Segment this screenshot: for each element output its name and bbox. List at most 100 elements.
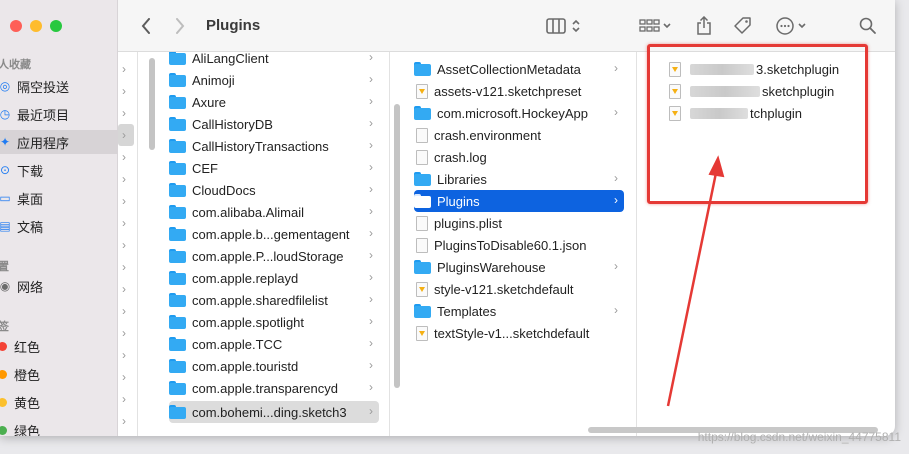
folder-row[interactable]: com.apple.sharedfilelist › [169,289,379,311]
search-button[interactable] [856,14,880,38]
folder-row[interactable]: Axure › [169,91,379,113]
folder-row[interactable]: com.apple.transparencyd › [169,377,379,399]
folder-row[interactable]: com.apple.b...gementagent › [169,223,379,245]
minimize-window-button[interactable] [30,20,42,32]
chevron-right-icon: › [614,105,618,119]
folder-row[interactable]: com.apple.replayd › [169,267,379,289]
tag-icon [734,17,751,34]
item-name: AssetCollectionMetadata [437,61,581,77]
item-name: plugins.plist [434,215,502,231]
item-name: crash.environment [434,127,541,143]
folder-name: com.apple.spotlight [192,314,305,330]
folder-name: com.apple.sharedfilelist [192,292,328,308]
folder-row[interactable]: Animoji › [169,69,379,91]
folder-row[interactable]: com.alibaba.Alimail › [169,201,379,223]
document-icon [416,215,428,231]
chevron-right-icon: › [122,304,126,318]
network-icon: ◉ [0,279,11,293]
folder-name: Animoji [192,72,235,88]
sidebar-item[interactable]: ✦ 应用程序 [0,130,118,154]
column-scrollbar[interactable] [149,58,155,150]
watermark-text: https://blog.csdn.net/weixin_44775811 [697,430,901,444]
sidebar-tag[interactable]: 绿色 [0,418,40,436]
folder-row[interactable]: com.bohemi...ding.sketch3 › [169,401,379,423]
folder-icon [169,359,186,373]
tag-color-dot [0,425,7,435]
folder-row[interactable]: AliLangClient › [169,52,379,69]
view-mode-button[interactable] [542,14,588,38]
folder-name: CloudDocs [192,182,256,198]
folder-row[interactable]: CloudDocs › [169,179,379,201]
tag-color-dot [0,369,7,379]
column-sketch[interactable]: AssetCollectionMetadata › assets-v121.sket… [390,52,637,436]
folder-icon [169,227,186,241]
sidebar-item[interactable]: ◷ 最近项目 [0,102,69,126]
sidebar-item[interactable]: ▤ 文稿 [0,214,43,238]
folder-row[interactable]: PluginsWarehouse › [414,256,624,278]
folder-row[interactable]: com.apple.TCC › [169,333,379,355]
file-row[interactable]: textStyle-v1...sketchdefault [414,322,624,344]
folder-row[interactable]: AssetCollectionMetadata › [414,58,624,80]
sidebar-section-locations: 置 [0,261,9,273]
folder-row[interactable]: com.apple.spotlight › [169,311,379,333]
sidebar-item[interactable]: ◉ 网络 [0,274,43,298]
column-previous[interactable]: › › › › › › › › › › › › › › › › › [118,52,138,436]
close-window-button[interactable] [10,20,22,32]
item-name: PluginsToDisable60.1.json [434,237,587,253]
chevron-right-icon: › [369,226,373,240]
file-row[interactable]: assets-v121.sketchpreset [414,80,624,102]
folder-row[interactable]: com.microsoft.HockeyApp › [414,102,624,124]
file-row[interactable]: crash.log [414,146,624,168]
folder-icon [169,161,186,175]
sidebar-tag[interactable]: 黄色 [0,390,40,414]
sidebar-tag[interactable]: 红色 [0,334,40,358]
folder-name: CEF [192,160,218,176]
column-folders[interactable]: AliLangClient › Animoji › Axure › CallHistoryD… [139,52,390,436]
sidebar-item[interactable]: ⊙ 下载 [0,158,43,182]
chevron-right-icon: › [614,193,618,207]
folder-name: com.apple.TCC [192,336,283,352]
folder-icon [414,194,431,208]
sidebar-item-label: 文稿 [17,219,44,235]
more-actions-button[interactable] [772,14,812,38]
folder-row[interactable]: Libraries › [414,168,624,190]
folder-row[interactable]: CallHistoryDB › [169,113,379,135]
file-row[interactable]: style-v121.sketchdefault [414,278,624,300]
chevron-right-icon: › [122,84,126,98]
sidebar-item-label: 应用程序 [17,135,70,151]
group-button[interactable] [636,14,676,38]
chevron-right-icon: › [122,414,126,428]
column-scrollbar[interactable] [394,104,400,388]
sidebar-item-label: 最近项目 [17,107,70,123]
folder-icon [169,293,186,307]
folder-row[interactable]: Plugins › [414,190,624,212]
sidebar-item-label: 桌面 [17,191,44,207]
zoom-window-button[interactable] [50,20,62,32]
folder-row[interactable]: CEF › [169,157,379,179]
tag-color-dot [0,397,7,407]
sidebar-item[interactable]: ▭ 桌面 [0,186,43,210]
share-button[interactable] [692,14,716,38]
chevron-right-icon: › [369,138,373,152]
folder-row[interactable]: CallHistoryTransactions › [169,135,379,157]
file-row[interactable]: crash.environment [414,124,624,146]
sidebar-item[interactable]: ◎ 隔空投送 [0,74,69,98]
sidebar-tag-label: 橙色 [14,367,41,383]
item-name: Plugins [437,193,480,209]
tag-button[interactable] [730,14,756,38]
back-button[interactable] [136,14,156,38]
document-icon: ▤ [0,219,11,233]
folder-icon [169,52,186,65]
chevron-right-icon: › [369,314,373,328]
chevron-right-icon: › [369,94,373,108]
file-row[interactable]: PluginsToDisable60.1.json [414,234,624,256]
folder-row[interactable]: com.apple.touristd › [169,355,379,377]
forward-button[interactable] [170,14,190,38]
airdrop-icon: ◎ [0,79,11,93]
sidebar-tag[interactable]: 橙色 [0,362,40,386]
file-row[interactable]: plugins.plist [414,212,624,234]
folder-row[interactable]: Templates › [414,300,624,322]
item-name: style-v121.sketchdefault [434,281,574,297]
folder-row[interactable]: com.apple.P...loudStorage › [169,245,379,267]
item-name: PluginsWarehouse [437,259,546,275]
